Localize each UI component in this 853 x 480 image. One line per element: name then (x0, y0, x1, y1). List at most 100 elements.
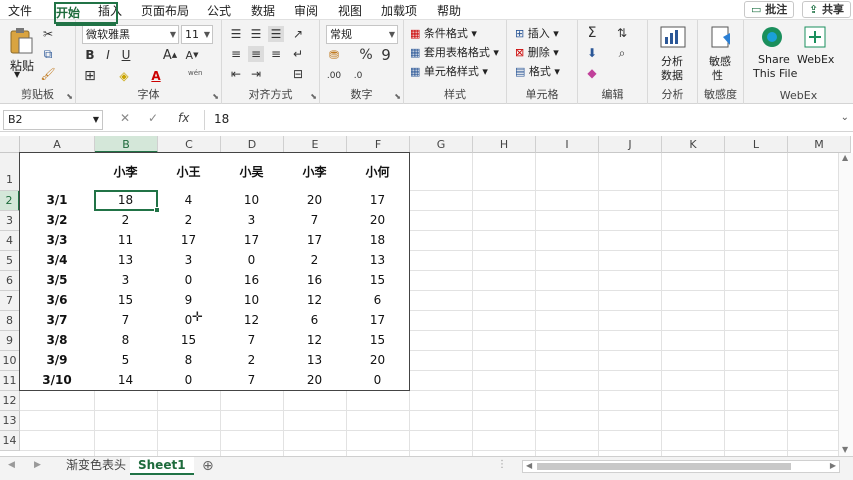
table-cell[interactable]: 13 (283, 350, 347, 371)
tab-view[interactable]: 视图 (338, 2, 362, 19)
tab-formulas[interactable]: 公式 (207, 2, 231, 19)
table-header-cell[interactable]: 小李 (283, 152, 347, 191)
align-middle-icon[interactable]: ☰ (248, 26, 264, 42)
number-format-select[interactable]: 常规 ▼ (326, 25, 398, 44)
align-bottom-icon[interactable]: ☰ (268, 26, 284, 42)
horizontal-scrollbar[interactable]: ◀ ▶ (522, 460, 840, 473)
column-header[interactable]: M (788, 136, 851, 153)
scroll-thumb[interactable] (537, 463, 791, 470)
row-header[interactable]: 11 (0, 371, 20, 391)
scroll-left-icon[interactable]: ◀ (526, 461, 532, 470)
comma-icon[interactable]: 9 (378, 46, 394, 64)
row-header[interactable]: 8 (0, 311, 20, 331)
table-header-cell[interactable]: 小李 (94, 152, 158, 191)
sheet-tab-gradient-header[interactable]: 渐变色表头 (58, 457, 134, 475)
share-file-label-1[interactable]: Share (758, 53, 790, 66)
format-cells-button[interactable]: ▤ 格式 ▾ (515, 63, 560, 79)
comments-button[interactable]: ▭ 批注 (744, 1, 795, 18)
table-cell[interactable]: 6 (346, 290, 410, 311)
table-cell[interactable]: 3 (157, 250, 221, 271)
underline-icon[interactable]: U (118, 47, 134, 63)
number-launcher-icon[interactable]: ⬊ (394, 92, 401, 101)
column-header[interactable]: F (347, 136, 410, 153)
conditional-format-button[interactable]: ▦ 条件格式 ▾ (410, 25, 477, 41)
sensitivity-icon[interactable] (709, 25, 733, 49)
column-header[interactable]: D (221, 136, 284, 153)
find-select-icon[interactable]: ⌕ (614, 45, 630, 61)
alignment-launcher-icon[interactable]: ⬊ (310, 92, 317, 101)
fill-icon[interactable]: ⬇ (584, 45, 600, 61)
table-cell[interactable]: 17 (346, 310, 410, 331)
cancel-icon[interactable]: ✕ (120, 111, 130, 125)
date-cell[interactable]: 3/9 (19, 350, 95, 371)
table-cell[interactable]: 16 (283, 270, 347, 291)
tab-file[interactable]: 文件 (8, 2, 32, 19)
tab-split-icon[interactable]: ⋮ (497, 459, 507, 470)
scroll-right-icon[interactable]: ▶ (830, 461, 836, 470)
analyze-data-label-2[interactable]: 数据 (661, 67, 683, 83)
autosum-icon[interactable]: Σ (584, 25, 600, 41)
table-cell[interactable]: 16 (220, 270, 284, 291)
insert-function-icon[interactable]: fx (178, 111, 189, 125)
increase-font-icon[interactable]: A ▲ (162, 47, 178, 63)
table-cell[interactable]: 17 (220, 230, 284, 251)
scroll-down-icon[interactable]: ▼ (842, 445, 848, 454)
currency-icon[interactable]: ⛃ (326, 47, 342, 63)
table-cell[interactable]: 7 (283, 210, 347, 231)
row-header[interactable]: 5 (0, 251, 20, 271)
table-cell[interactable]: 15 (157, 330, 221, 351)
column-header[interactable]: A (20, 136, 95, 153)
table-cell[interactable]: 20 (283, 190, 347, 211)
enter-icon[interactable]: ✓ (148, 111, 158, 125)
fill-handle[interactable] (154, 207, 160, 213)
merge-center-icon[interactable]: ⊟ (290, 66, 306, 82)
table-cell[interactable]: 2 (157, 210, 221, 231)
date-cell[interactable]: 3/3 (19, 230, 95, 251)
insert-cells-button[interactable]: ⊞ 插入 ▾ (515, 25, 559, 41)
table-header-cell[interactable]: 小吴 (220, 152, 284, 191)
font-launcher-icon[interactable]: ⬊ (212, 92, 219, 101)
table-cell[interactable]: 7 (220, 330, 284, 351)
formula-input[interactable]: 18 (204, 110, 847, 130)
table-cell[interactable]: 17 (283, 230, 347, 251)
decrease-indent-icon[interactable]: ⇤ (228, 66, 244, 82)
date-cell[interactable]: 3/2 (19, 210, 95, 231)
table-cell[interactable]: 18 (346, 230, 410, 251)
clipboard-launcher-icon[interactable]: ⬊ (66, 92, 73, 101)
orientation-icon[interactable]: ↗ (290, 26, 306, 42)
table-cell[interactable]: 13 (94, 250, 158, 271)
webex-share-icon[interactable] (760, 25, 784, 49)
analyze-data-icon[interactable] (659, 25, 687, 49)
align-left-icon[interactable]: ≡ (228, 46, 244, 62)
table-cell[interactable]: 12 (283, 290, 347, 311)
increase-decimal-icon[interactable]: .00 (326, 68, 342, 84)
row-header[interactable]: 9 (0, 331, 20, 351)
date-cell[interactable]: 3/6 (19, 290, 95, 311)
column-header[interactable]: C (158, 136, 221, 153)
column-header[interactable]: J (599, 136, 662, 153)
table-cell[interactable]: 20 (283, 370, 347, 391)
fill-color-icon[interactable]: ◈ (116, 68, 132, 84)
row-header[interactable]: 14 (0, 431, 20, 451)
tab-home[interactable]: 开始 (54, 2, 118, 26)
table-header-cell[interactable]: 小何 (346, 152, 410, 191)
decrease-font-icon[interactable]: A ▼ (184, 47, 200, 63)
align-top-icon[interactable]: ☰ (228, 26, 244, 42)
worksheet-grid[interactable]: A B C D E F G H I J K L M 1 2 3 4 5 6 7 8 9 10 11 12 13 14 小李 小王 小吴 小李… (0, 136, 853, 456)
pinyin-label[interactable]: wén (188, 69, 202, 77)
scroll-up-icon[interactable]: ▲ (842, 153, 848, 162)
align-center-icon[interactable]: ≡ (248, 46, 264, 62)
table-cell[interactable]: 2 (220, 350, 284, 371)
table-header-cell[interactable]: 小王 (157, 152, 221, 191)
table-cell[interactable]: 7 (220, 370, 284, 391)
column-header[interactable]: E (284, 136, 347, 153)
column-header[interactable]: G (410, 136, 473, 153)
table-cell[interactable]: 15 (346, 330, 410, 351)
font-name-select[interactable]: 微软雅黑 ▼ (82, 25, 179, 44)
row-header[interactable]: 1 (0, 153, 20, 191)
sort-filter-icon[interactable]: ⇅ (614, 25, 630, 41)
table-cell[interactable]: 6 (283, 310, 347, 331)
table-cell[interactable]: 12 (283, 330, 347, 351)
wrap-text-icon[interactable]: ↵ (290, 46, 306, 62)
column-header[interactable]: K (662, 136, 725, 153)
